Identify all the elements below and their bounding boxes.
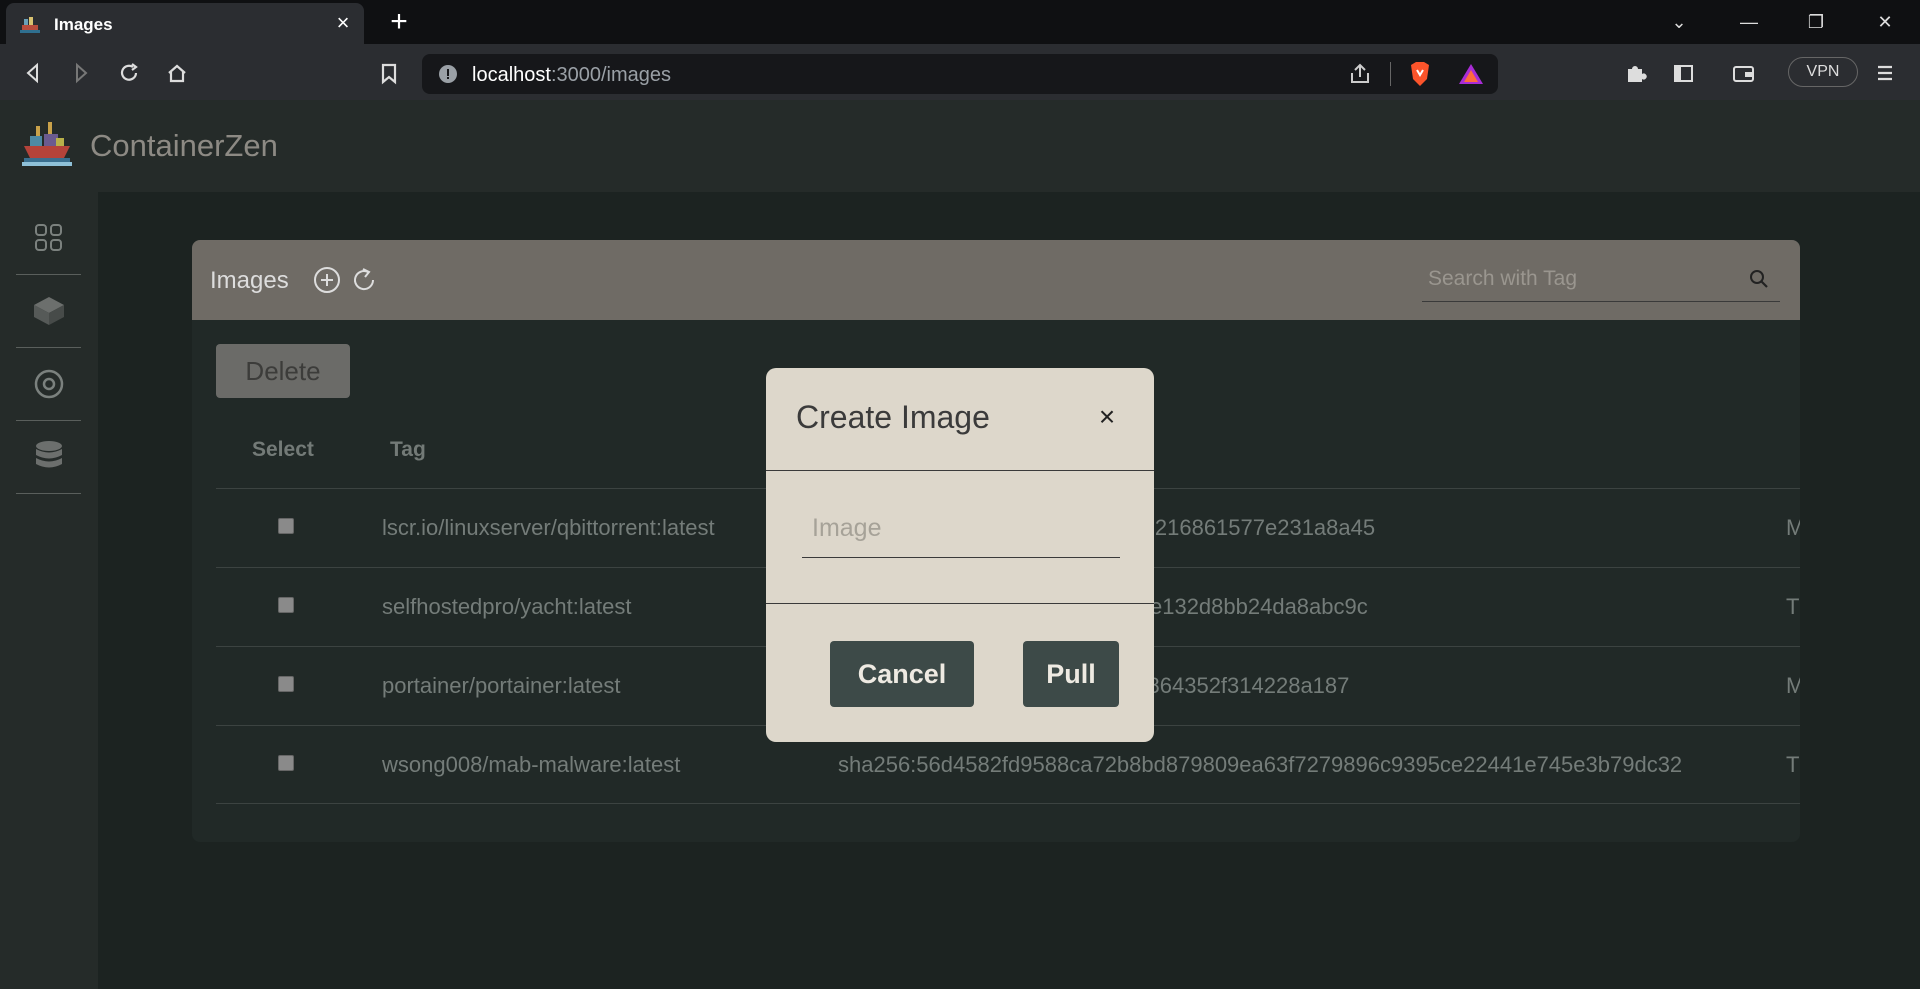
add-image-icon[interactable] [312, 265, 342, 295]
row-extra: M [1786, 515, 1800, 540]
sidebar-item-volumes[interactable] [16, 348, 81, 421]
row-extra: T [1786, 594, 1800, 619]
column-header-tag: Tag [390, 438, 426, 461]
browser-toolbar: localhost:3000/images VPN [0, 44, 1920, 100]
brave-shields-icon[interactable] [1408, 61, 1432, 87]
tab-search-chevron-icon[interactable]: ⌄ [1664, 8, 1694, 36]
home-icon[interactable] [160, 56, 194, 90]
address-bar[interactable]: localhost:3000/images [422, 54, 1498, 94]
url-text: localhost:3000/images [472, 64, 672, 86]
row-tag: portainer/portainer:latest [382, 673, 621, 698]
vpn-button[interactable]: VPN [1788, 57, 1858, 87]
app-header: ContainerZen [0, 100, 1920, 192]
modal-title: Create Image [796, 399, 990, 435]
dashboard-grid-icon [34, 224, 62, 251]
browser-tabbar: Images × + ⌄ — ❐ ✕ [0, 0, 1920, 44]
row-tag: selfhostedpro/yacht:latest [382, 594, 632, 619]
cube-icon [33, 297, 64, 325]
brave-rewards-icon[interactable] [1458, 62, 1484, 86]
volume-disc-icon [34, 369, 63, 399]
database-icon [35, 441, 62, 468]
row-image-id: sha256:56d4582fd9588ca72b8bd879809ea63f7… [838, 752, 1683, 777]
row-checkbox[interactable] [278, 676, 294, 692]
pull-button[interactable]: Pull [1023, 641, 1119, 707]
restore-icon[interactable]: ❐ [1801, 8, 1831, 36]
row-extra: M [1786, 673, 1800, 698]
create-image-modal: Create Image × Cancel Pull [766, 368, 1154, 742]
extensions-icon[interactable] [1618, 56, 1652, 90]
image-input[interactable] [812, 510, 1102, 546]
row-checkbox[interactable] [278, 518, 294, 534]
containerzen-logo-icon [22, 122, 72, 166]
search-icon[interactable] [1748, 268, 1770, 290]
search-input[interactable] [1428, 264, 1728, 294]
modal-divider-bottom [766, 603, 1154, 604]
back-icon[interactable] [16, 56, 50, 90]
sidebar-item-dashboard[interactable] [16, 202, 81, 275]
table-bottom-divider [216, 803, 1800, 804]
sidebar-item-containers[interactable] [16, 275, 81, 348]
row-tag: lscr.io/linuxserver/qbittorrent:latest [382, 515, 715, 540]
row-extra: T [1786, 752, 1800, 777]
sidebar [0, 192, 98, 989]
reload-icon[interactable] [112, 56, 146, 90]
new-tab-icon[interactable]: + [385, 7, 413, 37]
share-icon[interactable] [1348, 63, 1372, 85]
window-close-icon[interactable]: ✕ [1870, 8, 1900, 36]
app-title: ContainerZen [90, 128, 278, 163]
wallet-icon[interactable] [1726, 56, 1760, 90]
image-field[interactable] [802, 496, 1120, 558]
row-checkbox[interactable] [278, 597, 294, 613]
tab-close-icon[interactable]: × [332, 12, 354, 34]
ship-favicon-icon [20, 17, 40, 33]
search-field[interactable] [1422, 258, 1780, 302]
tab-title: Images [54, 15, 113, 34]
bookmark-icon[interactable] [372, 56, 406, 90]
delete-button[interactable]: Delete [216, 344, 350, 398]
column-header-select: Select [252, 438, 314, 461]
browser-tab-active[interactable]: Images × [6, 3, 364, 44]
close-icon[interactable]: × [1092, 402, 1122, 432]
sidebar-item-database[interactable] [16, 421, 81, 494]
modal-divider-top [766, 470, 1154, 471]
images-title: Images [210, 267, 289, 294]
refresh-icon[interactable] [349, 265, 379, 295]
images-card-header: Images [192, 240, 1800, 320]
row-checkbox[interactable] [278, 755, 294, 771]
site-info-icon[interactable] [438, 64, 458, 84]
forward-icon[interactable] [64, 56, 98, 90]
sidebar-toggle-icon[interactable] [1666, 56, 1700, 90]
cancel-button[interactable]: Cancel [830, 641, 974, 707]
row-tag: wsong008/mab-malware:latest [382, 752, 681, 777]
menu-hamburger-icon[interactable] [1868, 56, 1902, 90]
minimize-icon[interactable]: — [1734, 8, 1764, 36]
